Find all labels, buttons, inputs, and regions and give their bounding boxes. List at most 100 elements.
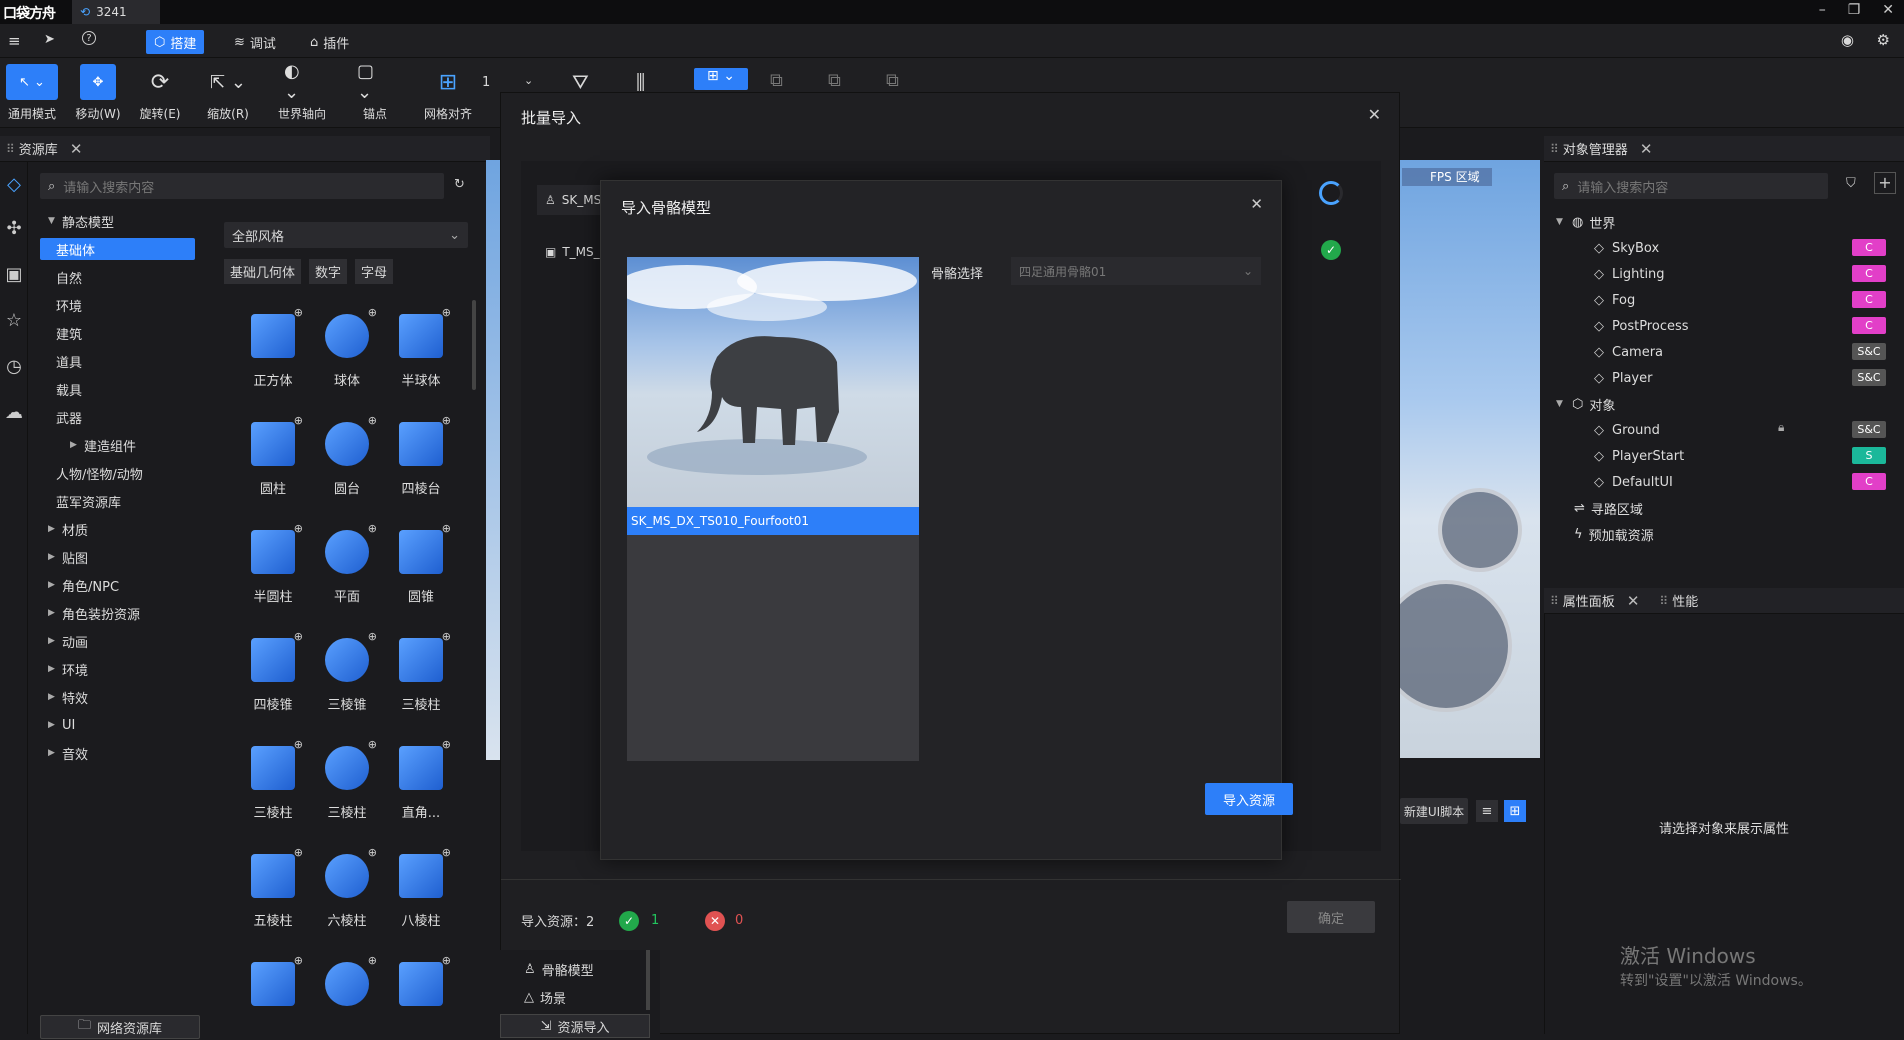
asset-item[interactable]: ⊕ <box>236 940 310 1040</box>
asset-search-input[interactable]: ⌕ 请输入搜索内容 <box>40 173 444 199</box>
asset-item[interactable]: ⊕ 圆柱 <box>236 400 310 500</box>
asset-item[interactable]: ⊕ 圆锥 <box>384 508 458 608</box>
asset-item[interactable]: ⊕ 八棱柱 <box>384 832 458 932</box>
hamburger-icon[interactable]: ≡ <box>8 32 21 50</box>
asset-item[interactable]: ⊕ 直角... <box>384 724 458 824</box>
components-icon[interactable]: ✣ <box>2 216 26 240</box>
close-icon[interactable]: ✕ <box>1640 140 1653 158</box>
tree-item[interactable]: 道具 <box>30 350 200 372</box>
tool-move[interactable]: ✥ 移动(W) <box>66 64 130 122</box>
tool-grid-snap[interactable]: ⊞ 网格对齐 <box>416 64 480 122</box>
tree-item[interactable]: ▶ 音效 <box>30 742 200 764</box>
upload-icon[interactable]: ☁ <box>2 400 26 424</box>
close-icon[interactable]: ✕ <box>1882 2 1894 18</box>
zoom-icon[interactable]: ⊕ <box>294 954 303 967</box>
net-assets-button[interactable]: 🗀 网络资源库 <box>40 1015 200 1039</box>
tree-item[interactable]: ▶ 环境 <box>30 658 200 680</box>
zoom-icon[interactable]: ⊕ <box>294 630 303 643</box>
tree-item[interactable]: 自然 <box>30 266 200 288</box>
object-tree-item[interactable]: ◇ DefaultUI <box>1594 470 1673 494</box>
tree-item[interactable]: ▶ 贴图 <box>30 546 200 568</box>
confirm-button[interactable]: 确定 <box>1287 901 1375 933</box>
lock-icon[interactable]: 🔒︎ <box>1778 420 1784 435</box>
eye-icon[interactable]: ◉ <box>1841 31 1854 49</box>
object-search-input[interactable]: ⌕ 请输入搜索内容 <box>1554 173 1828 199</box>
jump-button[interactable] <box>1438 488 1522 572</box>
tree-item[interactable]: 环境 <box>30 294 200 316</box>
tree-item[interactable]: ▶ 材质 <box>30 518 200 540</box>
object-tree-item[interactable]: ◇ Lighting <box>1594 262 1665 286</box>
tab-properties[interactable]: 属性面板 <box>1563 591 1615 610</box>
tree-objects[interactable]: ▼ ⬡ 对象 <box>1556 392 1615 416</box>
minimize-icon[interactable]: – <box>1819 2 1826 18</box>
object-tree-item[interactable]: ◇ Ground <box>1594 418 1660 442</box>
style-select[interactable]: 全部风格 ⌄ <box>224 222 468 248</box>
zoom-icon[interactable]: ⊕ <box>368 414 377 427</box>
asset-item[interactable]: ⊕ 三棱柱 <box>236 724 310 824</box>
zoom-icon[interactable]: ⊕ <box>368 306 377 319</box>
asset-item[interactable]: ⊕ 三棱柱 <box>384 616 458 716</box>
object-tree-item[interactable]: ◇ SkyBox <box>1594 236 1659 260</box>
asset-item[interactable]: ⊕ 半圆柱 <box>236 508 310 608</box>
tab-performance[interactable]: 性能 <box>1672 591 1698 610</box>
asset-item[interactable]: ⊕ 三棱锥 <box>310 616 384 716</box>
zoom-icon[interactable]: ⊕ <box>368 630 377 643</box>
send-icon[interactable]: ➤ <box>44 32 55 47</box>
scene-viewport[interactable]: FPS 区域 <box>1400 160 1540 758</box>
clock-icon[interactable]: ◷ <box>2 354 26 378</box>
tree-item[interactable]: ▼ 静态模型 <box>30 210 200 232</box>
tree-nav-area[interactable]: ⇌ 寻路区域 <box>1574 496 1643 520</box>
restore-icon[interactable]: ❐ <box>1848 2 1861 18</box>
refresh-icon[interactable]: ↻ <box>454 177 465 192</box>
bottom-tab-import[interactable]: ⇲ 资源导入 <box>500 1014 650 1038</box>
model-name-row[interactable]: SK_MS_DX_TS010_Fourfoot01 <box>627 507 919 535</box>
zoom-icon[interactable]: ⊕ <box>294 738 303 751</box>
tree-item[interactable]: ▶ UI <box>30 714 200 736</box>
tool-scale[interactable]: ⇱ ⌄ 缩放(R) <box>196 64 260 122</box>
zoom-icon[interactable]: ⊕ <box>442 630 451 643</box>
star-icon[interactable]: ☆ <box>2 308 26 332</box>
tool-general-mode[interactable]: ↖ ⌄ 通用模式 <box>0 64 64 122</box>
tool-world-axis[interactable]: ◐ ⌄ 世界轴向 <box>270 61 334 122</box>
tree-item[interactable]: 武器 <box>30 406 200 428</box>
grip-icon[interactable]: ⠿ <box>6 142 15 156</box>
zoom-icon[interactable]: ⊕ <box>368 738 377 751</box>
asset-item[interactable]: ⊕ 正方体 <box>236 292 310 392</box>
asset-item[interactable]: ⊕ 六棱柱 <box>310 832 384 932</box>
close-icon[interactable]: ✕ <box>1250 195 1263 213</box>
zoom-icon[interactable]: ⊕ <box>294 414 303 427</box>
skeleton-select[interactable]: 四足通用骨骼01 ⌄ <box>1011 257 1261 285</box>
copy-icon[interactable]: ⧉ <box>886 70 899 91</box>
attack-button[interactable] <box>1400 580 1512 712</box>
filter-icon[interactable]: ⛉ <box>1846 176 1856 191</box>
tool-rotate[interactable]: ⟳ 旋转(E) <box>128 64 192 122</box>
import-asset-button[interactable]: 导入资源 <box>1205 783 1293 815</box>
zoom-icon[interactable]: ⊕ <box>294 846 303 859</box>
tree-preload[interactable]: ϟ 预加载资源 <box>1574 522 1654 546</box>
tree-item[interactable]: 人物/怪物/动物 <box>30 462 200 484</box>
asset-item[interactable]: ⊕ 圆台 <box>310 400 384 500</box>
object-tree-item[interactable]: ◇ Fog <box>1594 288 1635 312</box>
grip-icon[interactable]: ⠿ <box>1550 594 1559 608</box>
asset-scrollbar[interactable] <box>472 300 476 390</box>
zoom-icon[interactable]: ⊕ <box>442 522 451 535</box>
chevron-down-icon[interactable]: ⌄ <box>524 74 533 87</box>
object-tree-item[interactable]: ◇ PostProcess <box>1594 314 1689 338</box>
layout-button[interactable]: ⊞ ⌄ <box>694 68 748 90</box>
tree-world[interactable]: ▼ ◍ 世界 <box>1556 210 1615 234</box>
zoom-icon[interactable]: ⊕ <box>442 306 451 319</box>
tree-item[interactable]: 蓝军资源库 <box>30 490 200 512</box>
help-icon[interactable]: ? <box>82 31 96 45</box>
close-icon[interactable]: ✕ <box>1627 592 1640 610</box>
tab-build[interactable]: ⬡ 搭建 <box>146 30 205 54</box>
grip-icon[interactable]: ⠿ <box>1659 594 1668 608</box>
tree-item[interactable]: ▶ 角色/NPC <box>30 574 200 596</box>
close-icon[interactable]: ✕ <box>70 140 83 158</box>
asset-item[interactable]: ⊕ 五棱柱 <box>236 832 310 932</box>
zoom-icon[interactable]: ⊕ <box>442 738 451 751</box>
grid-view-icon[interactable]: ⊞ <box>1504 800 1526 822</box>
asset-item[interactable]: ⊕ 球体 <box>310 292 384 392</box>
tree-item[interactable]: ▶ 建造组件 <box>30 434 200 456</box>
tool-anchor[interactable]: ▢ ⌄ 锚点 <box>343 61 407 122</box>
add-icon[interactable]: + <box>1874 172 1896 194</box>
